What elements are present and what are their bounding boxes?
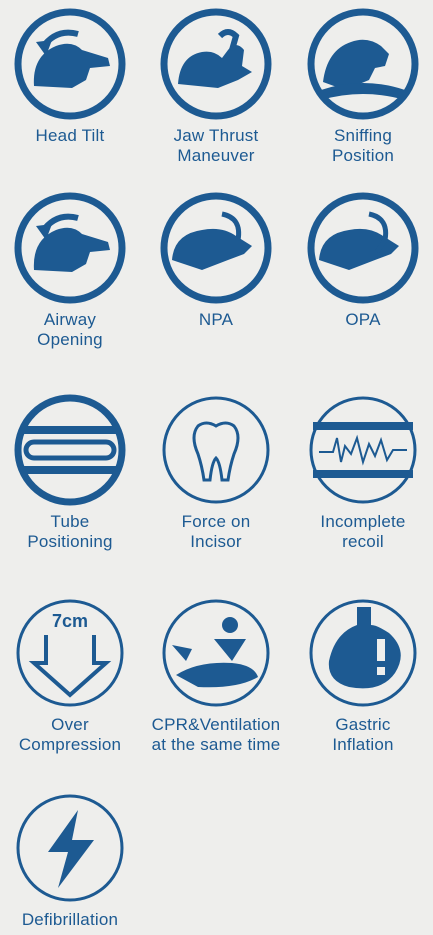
sniffing-position-icon: [307, 8, 419, 120]
item-label: Over Compression: [18, 715, 122, 754]
item-opa: OPA: [293, 190, 433, 330]
tube-positioning-icon: [14, 394, 126, 506]
item-airway-opening: Airway Opening: [0, 190, 140, 350]
item-head-tilt: Head Tilt: [0, 6, 140, 146]
item-label: CPR&Ventilation at the same time: [151, 715, 281, 754]
item-label: Head Tilt: [35, 126, 105, 145]
item-label: Sniffing Position: [331, 126, 395, 165]
item-force-on-incisor: Force on Incisor: [146, 392, 286, 552]
item-over-compression: 7cm Over Compression: [0, 595, 140, 755]
item-defibrillation: Defibrillation: [0, 790, 140, 930]
lightning-bolt-icon: [16, 794, 124, 902]
item-label: Jaw Thrust Maneuver: [173, 126, 259, 165]
item-label: Defibrillation: [21, 910, 119, 929]
jaw-thrust-icon: [160, 8, 272, 120]
npa-icon: [160, 192, 272, 304]
item-label: Tube Positioning: [27, 512, 113, 551]
item-npa: NPA: [146, 190, 286, 330]
opa-icon: [307, 192, 419, 304]
stomach-icon: [309, 599, 417, 707]
airway-opening-icon: [14, 192, 126, 304]
item-label: Incomplete recoil: [320, 512, 406, 551]
depth-badge: 7cm: [52, 611, 88, 631]
cpr-ventilation-icon: [162, 599, 270, 707]
waveform-icon: [309, 396, 417, 504]
item-tube-positioning: Tube Positioning: [0, 392, 140, 552]
item-label: OPA: [345, 310, 381, 329]
item-label: NPA: [198, 310, 234, 329]
item-label: Force on Incisor: [181, 512, 251, 551]
icon-grid: Head Tilt Jaw Thrust Maneuver Sniffing P…: [0, 0, 433, 935]
head-tilt-icon: [14, 8, 126, 120]
item-label: Gastric Inflation: [332, 715, 394, 754]
item-sniffing-position: Sniffing Position: [293, 6, 433, 166]
item-label: Airway Opening: [37, 310, 103, 349]
item-gastric-inflation: Gastric Inflation: [293, 595, 433, 755]
tooth-icon: [162, 396, 270, 504]
item-jaw-thrust: Jaw Thrust Maneuver: [146, 6, 286, 166]
item-incomplete-recoil: Incomplete recoil: [293, 392, 433, 552]
down-arrow-icon: 7cm: [16, 599, 124, 707]
item-cpr-ventilation: CPR&Ventilation at the same time: [146, 595, 286, 755]
